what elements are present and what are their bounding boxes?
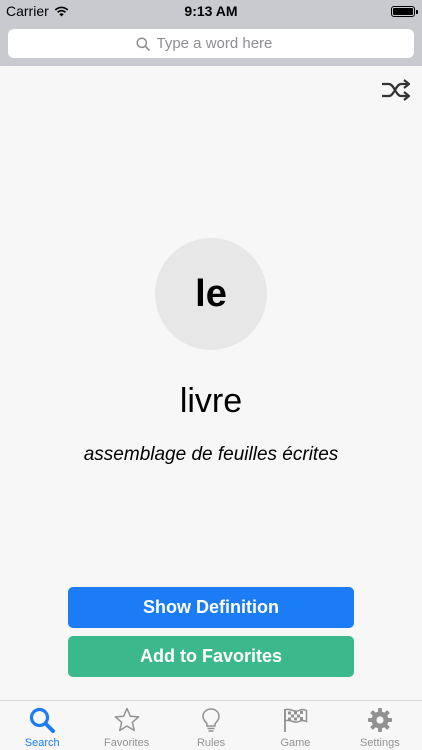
tab-label: Favorites xyxy=(103,737,150,749)
article-badge: le xyxy=(155,238,267,350)
article-label: le xyxy=(195,272,227,315)
status-time: 9:13 AM xyxy=(184,3,238,19)
shuffle-icon xyxy=(382,79,411,101)
search-field[interactable] xyxy=(8,29,414,58)
search-bar xyxy=(0,22,422,66)
status-bar: Carrier 9:13 AM xyxy=(0,0,422,22)
star-icon xyxy=(114,707,139,732)
tab-search[interactable]: Search xyxy=(0,701,84,750)
tab-favorites[interactable]: Favorites xyxy=(84,701,168,750)
search-icon xyxy=(30,707,56,733)
gear-icon xyxy=(367,708,392,732)
tab-label: Search xyxy=(24,737,60,749)
flag-icon xyxy=(284,708,308,732)
search-input[interactable] xyxy=(156,35,287,52)
add-to-favorites-button[interactable]: Add to Favorites xyxy=(68,636,354,677)
tab-settings[interactable]: Settings xyxy=(338,701,422,750)
tab-label: Settings xyxy=(359,737,400,749)
tab-rules[interactable]: Rules xyxy=(169,701,253,750)
word-title: livre xyxy=(179,382,243,420)
tab-bar: Search Favorites Rules Game Settings xyxy=(0,700,422,750)
word-definition: assemblage de feuilles écrites xyxy=(83,444,339,465)
lightbulb-icon xyxy=(202,708,220,732)
shuffle-button[interactable] xyxy=(381,78,411,102)
search-icon xyxy=(135,36,150,51)
tab-game[interactable]: Game xyxy=(253,701,337,750)
tab-label: Game xyxy=(280,737,311,749)
tab-label: Rules xyxy=(196,737,226,749)
battery-icon xyxy=(391,6,418,17)
show-definition-button[interactable]: Show Definition xyxy=(68,587,354,628)
